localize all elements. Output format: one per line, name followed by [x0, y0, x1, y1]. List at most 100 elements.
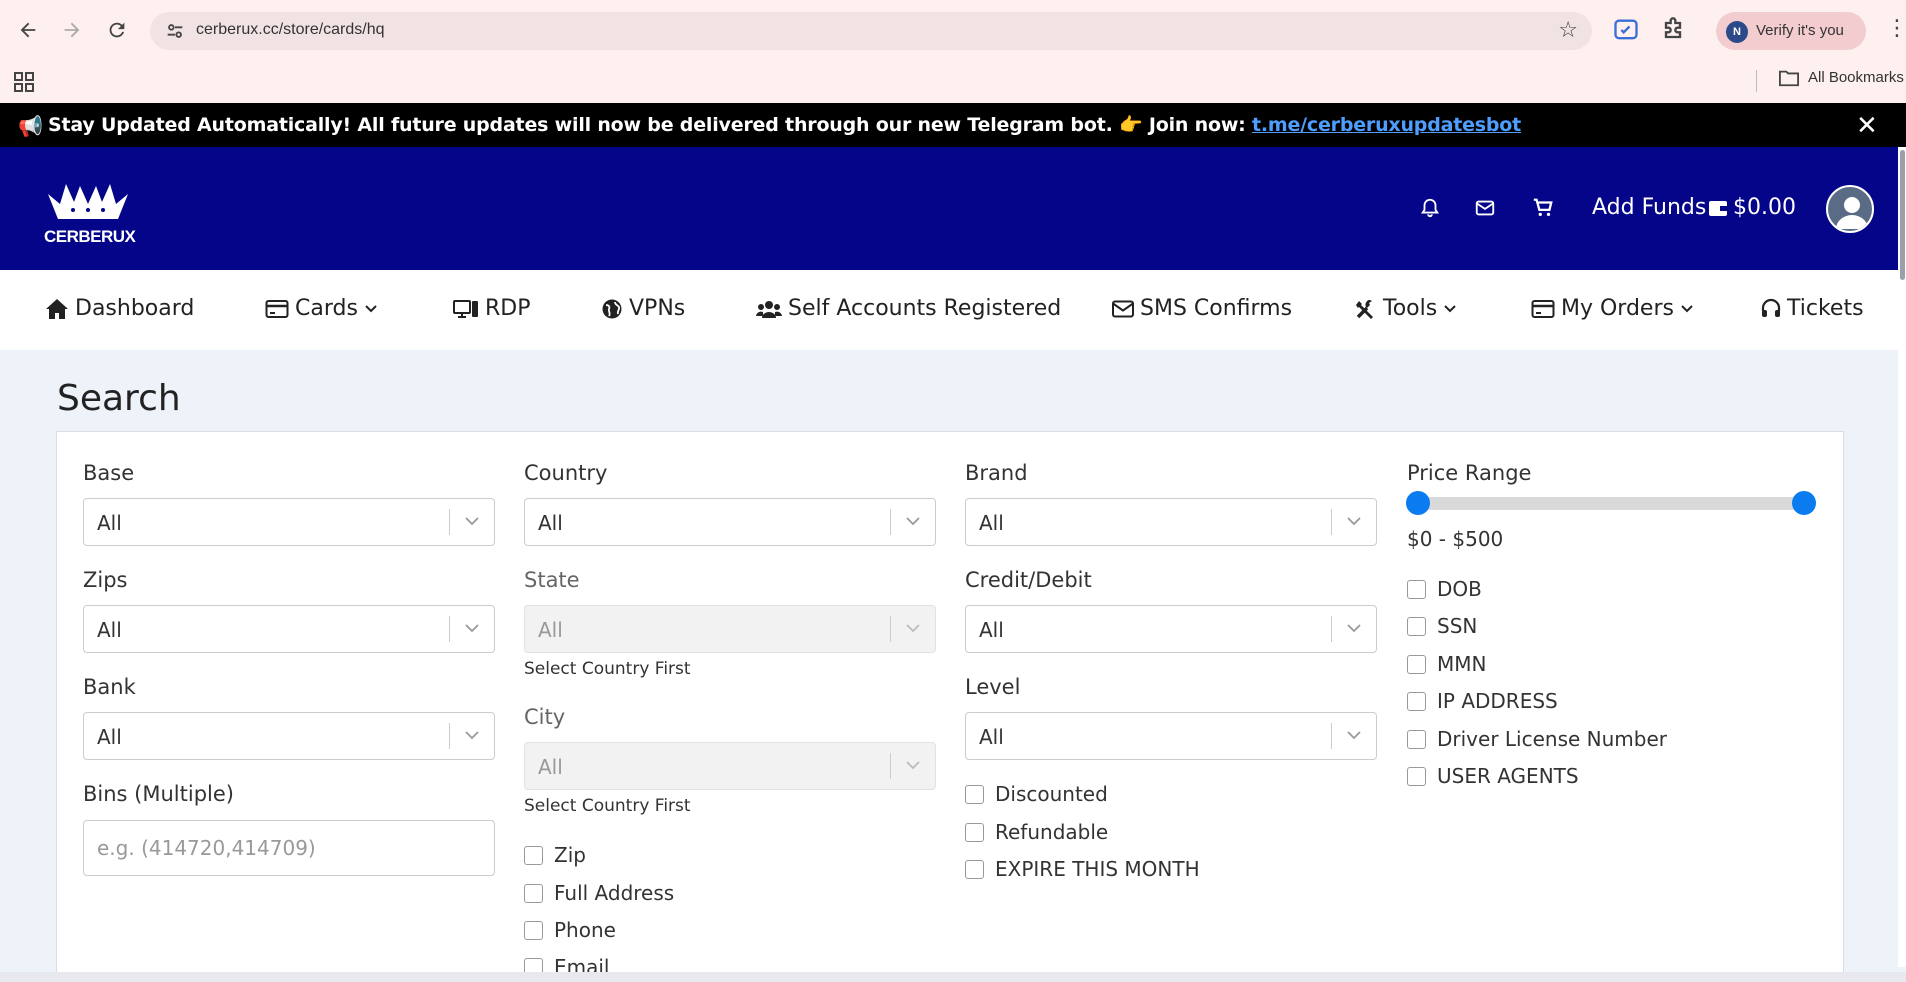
refundable-checkbox[interactable]: Refundable: [965, 820, 1108, 844]
checkbox-label: SSN: [1437, 614, 1478, 638]
nav-my-orders[interactable]: My Orders: [1531, 296, 1694, 321]
price-range-slider[interactable]: [1416, 497, 1806, 510]
checkbox-label: IP ADDRESS: [1437, 689, 1558, 713]
bank-select[interactable]: All: [83, 712, 495, 760]
country-select[interactable]: All: [524, 498, 936, 546]
price-max-handle[interactable]: [1792, 491, 1816, 515]
credit-debit-select-value: All: [979, 618, 1004, 642]
nav-sms-confirms[interactable]: SMS Confirms: [1112, 296, 1292, 321]
apps-grid-icon[interactable]: [12, 70, 36, 94]
bank-select-value: All: [97, 725, 122, 749]
cart-icon[interactable]: [1532, 197, 1554, 219]
select-separator: [449, 509, 450, 535]
logo-text[interactable]: CERBERUX: [44, 227, 136, 247]
ip-address-checkbox[interactable]: IP ADDRESS: [1407, 689, 1558, 713]
nav-cards[interactable]: Cards: [265, 296, 378, 321]
credit-debit-select[interactable]: All: [965, 605, 1377, 653]
checkbox-box[interactable]: [965, 784, 984, 804]
checkbox-box[interactable]: [1407, 691, 1426, 711]
mmn-checkbox[interactable]: MMN: [1407, 652, 1486, 676]
folder-icon[interactable]: [1778, 68, 1800, 88]
add-funds-link[interactable]: Add Funds: [1592, 195, 1706, 220]
full-address-checkbox[interactable]: Full Address: [524, 881, 674, 905]
zip-checkbox[interactable]: Zip: [524, 843, 586, 867]
headset-icon: [1761, 298, 1781, 317]
balance-amount[interactable]: $0.00: [1733, 195, 1796, 220]
checkbox-label: Driver License Number: [1437, 727, 1667, 751]
bins-input[interactable]: [84, 821, 494, 875]
mail-icon[interactable]: [1474, 197, 1496, 219]
checkbox-box[interactable]: [524, 920, 543, 940]
city-hint: Select Country First: [524, 796, 691, 816]
checkbox-box[interactable]: [965, 822, 984, 842]
url-text[interactable]: cerberux.cc/store/cards/hq: [196, 21, 385, 39]
bell-icon[interactable]: [1419, 197, 1441, 219]
state-select[interactable]: All: [524, 605, 936, 653]
chevron-down-icon: [465, 731, 479, 740]
profile-button[interactable]: N Verify it's you: [1716, 12, 1866, 50]
select-separator: [449, 723, 450, 749]
back-icon[interactable]: [12, 14, 44, 46]
phone-checkbox[interactable]: Phone: [524, 918, 616, 942]
nav-rdp[interactable]: RDP: [453, 296, 531, 321]
nav-orders-label: My Orders: [1561, 296, 1674, 321]
nav-vpns[interactable]: VPNs: [601, 296, 685, 321]
ssn-checkbox[interactable]: SSN: [1407, 614, 1477, 638]
discounted-checkbox[interactable]: Discounted: [965, 782, 1108, 806]
chevron-down-icon: [465, 624, 479, 633]
extension-icon[interactable]: [1612, 16, 1640, 44]
user-agents-checkbox[interactable]: USER AGENTS: [1407, 764, 1579, 788]
scroll-thumb[interactable]: [1900, 150, 1905, 280]
checkbox-box[interactable]: [1407, 766, 1426, 786]
checkbox-box[interactable]: [1407, 616, 1426, 636]
site-info-icon[interactable]: [164, 20, 186, 42]
credit-card-icon: [265, 299, 289, 318]
bookmarks-divider: [1756, 70, 1757, 92]
browser-menu-icon[interactable]: ⋮: [1886, 16, 1906, 44]
bookmark-star-icon[interactable]: ☆: [1558, 18, 1578, 43]
checkbox-box[interactable]: [1407, 729, 1426, 749]
checkbox-box[interactable]: [1407, 579, 1426, 599]
driver-license-checkbox[interactable]: Driver License Number: [1407, 727, 1667, 751]
zips-select[interactable]: All: [83, 605, 495, 653]
brand-select-value: All: [979, 511, 1004, 535]
nav-self-accounts[interactable]: Self Accounts Registered: [756, 296, 1061, 321]
chevron-down-icon: [1347, 624, 1361, 633]
expire-this-month-checkbox[interactable]: EXPIRE THIS MONTH: [965, 857, 1200, 881]
telegram-bot-link[interactable]: t.me/cerberuxupdatesbot: [1252, 114, 1521, 136]
select-separator: [1331, 723, 1332, 749]
select-separator: [890, 616, 891, 642]
checkbox-label: DOB: [1437, 577, 1482, 601]
base-select[interactable]: All: [83, 498, 495, 546]
price-min-handle[interactable]: [1406, 491, 1430, 515]
users-icon: [756, 300, 782, 318]
select-separator: [1331, 616, 1332, 642]
select-separator: [890, 509, 891, 535]
checkbox-label: EXPIRE THIS MONTH: [995, 857, 1200, 881]
checkbox-box[interactable]: [1407, 654, 1426, 674]
nav-tickets[interactable]: Tickets: [1761, 296, 1864, 321]
checkbox-box[interactable]: [524, 845, 543, 865]
nav-self-accounts-label: Self Accounts Registered: [788, 296, 1062, 321]
checkbox-box[interactable]: [524, 883, 543, 903]
dob-checkbox[interactable]: DOB: [1407, 577, 1482, 601]
close-icon[interactable]: ✕: [1856, 111, 1878, 141]
level-select[interactable]: All: [965, 712, 1377, 760]
bins-label: Bins (Multiple): [83, 782, 234, 806]
all-bookmarks-link[interactable]: All Bookmarks: [1808, 69, 1904, 86]
forward-icon[interactable]: [56, 14, 88, 46]
bins-field: [83, 820, 495, 876]
reload-icon[interactable]: [101, 14, 133, 46]
address-bar[interactable]: cerberux.cc/store/cards/hq ☆: [150, 12, 1592, 50]
state-label: State: [524, 568, 580, 592]
checkbox-label: Discounted: [995, 782, 1108, 806]
nav-sms-label: SMS Confirms: [1140, 296, 1293, 321]
checkbox-label: Zip: [554, 843, 586, 867]
nav-dashboard[interactable]: Dashboard: [45, 296, 194, 321]
extensions-puzzle-icon[interactable]: [1659, 16, 1687, 44]
checkbox-box[interactable]: [965, 859, 984, 879]
user-avatar[interactable]: [1826, 185, 1874, 233]
city-select[interactable]: All: [524, 742, 936, 790]
nav-tools[interactable]: Tools: [1355, 296, 1457, 321]
brand-select[interactable]: All: [965, 498, 1377, 546]
